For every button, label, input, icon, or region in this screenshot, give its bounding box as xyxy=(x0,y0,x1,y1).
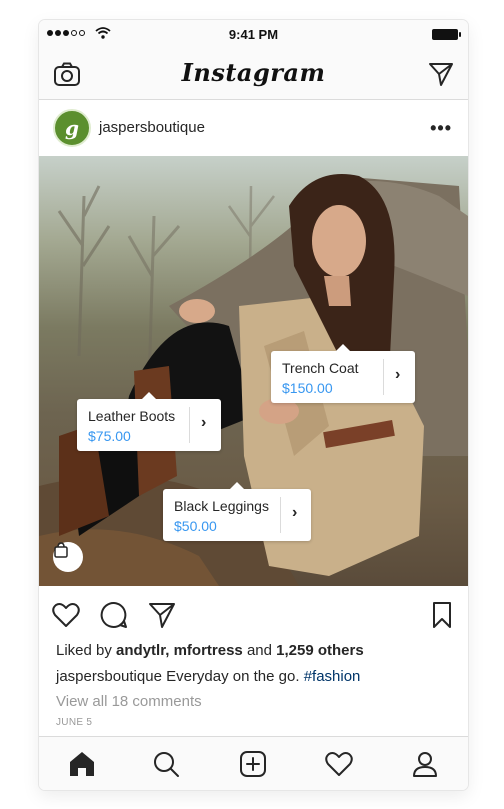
likes-summary: Liked by andytlr, mfortress and 1,259 ot… xyxy=(56,642,364,659)
tag-price: $50.00 xyxy=(174,518,217,534)
post-header: g jaspersboutique ••• xyxy=(39,100,468,156)
activity-icon[interactable] xyxy=(324,749,354,779)
app-header: Instagram xyxy=(39,48,468,100)
shopping-bag-icon[interactable] xyxy=(53,542,83,572)
bookmark-icon[interactable] xyxy=(427,600,457,630)
tag-name: Trench Coat xyxy=(282,360,359,376)
likes-separator: , xyxy=(165,642,170,659)
bottom-tab-bar xyxy=(39,736,468,790)
search-icon[interactable] xyxy=(151,749,181,779)
product-tag-leather-boots[interactable]: Leather Boots $75.00 › xyxy=(77,392,221,451)
instagram-logo: Instagram xyxy=(181,58,326,87)
status-time: 9:41 PM xyxy=(228,27,279,42)
battery-icon xyxy=(432,29,461,40)
phone-screen: 9:41 PM Instagram g jaspersboutique ••• xyxy=(39,20,468,790)
avatar-letter: g xyxy=(65,116,79,140)
profile-icon[interactable] xyxy=(410,749,440,779)
tag-price: $150.00 xyxy=(282,380,333,396)
liker-username[interactable]: mfortress xyxy=(174,642,243,659)
more-options-button[interactable]: ••• xyxy=(430,118,452,139)
liker-username[interactable]: andytlr xyxy=(116,642,165,659)
post-photo[interactable]: Trench Coat $150.00 › Leather Boots $75.… xyxy=(39,156,468,586)
caption-text: Everyday on the go. xyxy=(166,668,300,685)
caption-username[interactable]: jaspersboutique xyxy=(56,668,162,685)
product-tag-trench-coat[interactable]: Trench Coat $150.00 › xyxy=(271,344,415,403)
view-comments-link[interactable]: View all 18 comments xyxy=(56,693,202,710)
post-caption: jaspersboutique Everyday on the go. #fas… xyxy=(56,668,360,685)
chevron-right-icon: › xyxy=(201,414,207,431)
likes-and: and xyxy=(246,642,272,659)
tag-price: $75.00 xyxy=(88,428,131,444)
chevron-right-icon: › xyxy=(292,504,298,521)
likes-count[interactable]: 1,259 others xyxy=(276,642,364,659)
heart-icon[interactable] xyxy=(51,600,81,630)
comment-icon[interactable] xyxy=(99,600,129,630)
tag-name: Black Leggings xyxy=(174,498,269,514)
add-icon[interactable] xyxy=(238,749,268,779)
share-icon[interactable] xyxy=(147,600,177,630)
home-icon[interactable] xyxy=(67,749,97,779)
chevron-right-icon: › xyxy=(395,366,401,383)
post-actions xyxy=(39,590,468,638)
post-username[interactable]: jaspersboutique xyxy=(99,119,205,136)
post-date: JUNE 5 xyxy=(56,717,93,728)
caption-hashtag[interactable]: #fashion xyxy=(304,668,361,685)
status-bar: 9:41 PM xyxy=(39,20,468,48)
product-tag-black-leggings[interactable]: Black Leggings $50.00 › xyxy=(163,482,311,541)
direct-icon[interactable] xyxy=(428,61,454,87)
likes-prefix: Liked by xyxy=(56,642,112,659)
avatar[interactable]: g xyxy=(53,109,91,147)
tag-name: Leather Boots xyxy=(88,408,176,424)
